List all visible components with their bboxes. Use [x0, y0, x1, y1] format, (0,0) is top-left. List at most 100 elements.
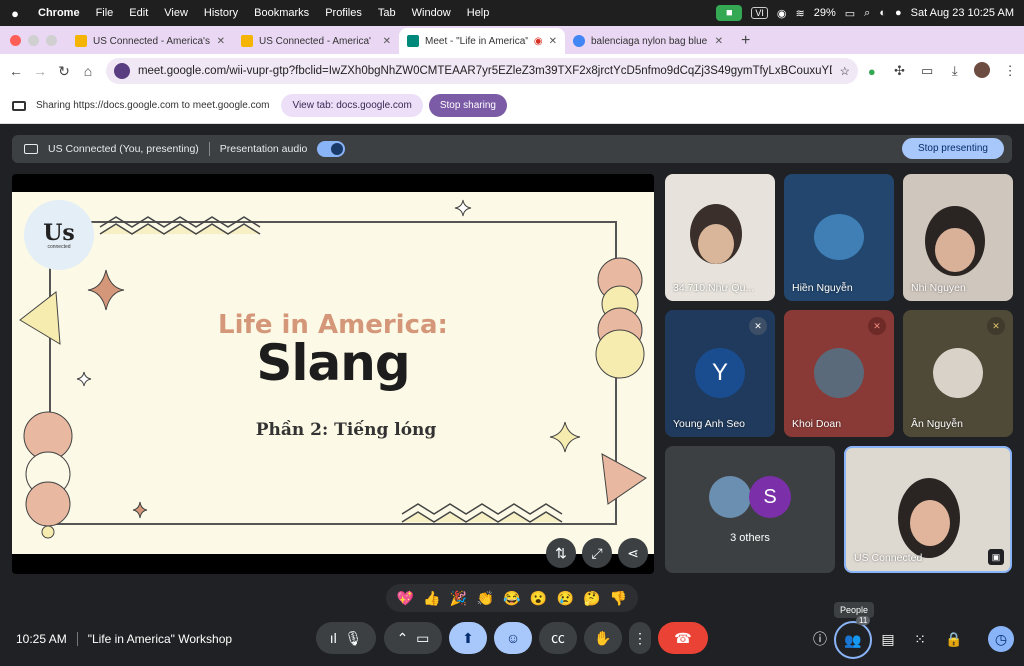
self-view-tile[interactable]: US Connected ▣ [844, 446, 1012, 573]
menu-file[interactable]: File [88, 7, 122, 19]
fullscreen-icon[interactable]: ⤢ [582, 538, 612, 568]
siri-icon[interactable]: ● [895, 7, 902, 19]
emoji-reactions-button[interactable]: ☺ [494, 622, 532, 654]
apple-icon[interactable]: ● [0, 6, 30, 21]
presentation-audio-toggle[interactable] [317, 141, 346, 157]
menu-history[interactable]: History [196, 7, 246, 19]
tab-title: US Connected - America' [259, 35, 371, 47]
timer-icon[interactable]: ◷ [988, 626, 1014, 652]
wifi-icon[interactable]: ≋ [796, 7, 805, 20]
home-icon[interactable]: ⌂ [76, 63, 100, 79]
control-center-icon[interactable]: ◐ [879, 7, 886, 19]
people-tooltip: People [834, 602, 875, 618]
docs-favicon-icon [241, 35, 253, 47]
close-tab-icon[interactable]: ✕ [383, 36, 391, 47]
downloads-icon[interactable]: ⤓ [941, 63, 969, 79]
menu-bookmarks[interactable]: Bookmarks [246, 7, 317, 19]
reaction-thinking[interactable]: 🤔 [583, 590, 600, 607]
chrome-menu-icon[interactable]: ⋮ [996, 63, 1024, 79]
mic-off-icon: ✕ [868, 317, 886, 335]
menu-window[interactable]: Window [404, 7, 459, 19]
menu-tab[interactable]: Tab [370, 7, 404, 19]
back-icon[interactable]: ← [4, 63, 28, 79]
view-tab-button[interactable]: View tab: docs.google.com [281, 94, 423, 117]
profile-avatar[interactable] [969, 61, 997, 81]
menu-edit[interactable]: Edit [121, 7, 156, 19]
reaction-surprised[interactable]: 😮 [530, 590, 547, 607]
address-bar[interactable]: meet.google.com/wii-vupr-gtp?fbclid=IwZX… [105, 58, 858, 84]
sound-icon[interactable]: ◉ [777, 7, 787, 20]
extensions-icon[interactable]: ✣ [886, 63, 914, 79]
browser-tab[interactable]: US Connected - America's Cu ✕ [67, 28, 233, 54]
site-info-icon[interactable] [113, 63, 130, 79]
participant-tile[interactable]: ✕ Khoi Doan [784, 310, 894, 437]
bookmark-star-icon[interactable]: ☆ [840, 64, 850, 78]
people-button[interactable]: 👥 [834, 621, 872, 659]
host-controls-icon[interactable]: 🔒 [942, 628, 966, 650]
meeting-details-icon[interactable]: ⓘ [808, 628, 832, 650]
battery-percent[interactable]: 29% [814, 7, 836, 19]
reaction-party[interactable]: 🎉 [450, 590, 467, 607]
tab-title: US Connected - America's Cu [93, 35, 211, 47]
raise-hand-button[interactable]: ✋ [584, 622, 622, 654]
reaction-heart[interactable]: 💖 [397, 590, 414, 607]
divider [208, 142, 210, 156]
google-favicon-icon [573, 35, 585, 47]
chat-icon[interactable]: ▤ [876, 628, 900, 650]
stop-sharing-button[interactable]: Stop sharing [428, 94, 507, 117]
reaction-thumbs-down[interactable]: 👎 [610, 590, 627, 607]
menubar-clock[interactable]: Sat Aug 23 10:25 AM [911, 7, 1014, 19]
more-options-button[interactable]: ⋮ [629, 622, 651, 654]
minimize-window-button[interactable] [28, 34, 39, 46]
meeting-name: "Life in America" Workshop [87, 632, 233, 646]
reaction-thumbs-up[interactable]: 👍 [423, 590, 440, 607]
swap-layout-icon[interactable]: ⇅ [546, 538, 576, 568]
participant-tile[interactable]: Nhi Nguyen [903, 174, 1013, 301]
reaction-laugh[interactable]: 😂 [503, 590, 520, 607]
participant-initial-avatar: Y [695, 348, 745, 398]
pip-icon[interactable]: ▣ [988, 549, 1004, 565]
participant-tile[interactable]: Y ✕ Young Anh Seo [665, 310, 775, 437]
input-source-indicator[interactable]: VI [751, 7, 768, 19]
others-tile[interactable]: S 3 others [665, 446, 835, 573]
forward-icon[interactable]: → [28, 63, 52, 79]
participant-tile[interactable]: Hiền Nguyễn [784, 174, 894, 301]
spotlight-icon[interactable]: ⌕ [864, 7, 870, 20]
close-window-button[interactable] [10, 34, 21, 46]
tab-search-icon[interactable]: ▭ [913, 63, 941, 79]
camera-button[interactable]: ⌃ ▭ [384, 622, 442, 654]
camera-in-use-icon[interactable]: ■ [716, 5, 743, 21]
reload-icon[interactable]: ↻ [52, 63, 76, 80]
participant-name: Nhi Nguyen [911, 282, 966, 294]
reaction-sad[interactable]: 😢 [557, 590, 574, 607]
grammarly-extension-icon[interactable]: ● [858, 64, 886, 79]
present-button[interactable]: ⬆ [449, 622, 487, 654]
menu-profiles[interactable]: Profiles [317, 7, 370, 19]
activities-icon[interactable]: ⁙ [908, 628, 932, 650]
url-text[interactable]: meet.google.com/wii-vupr-gtp?fbclid=IwZX… [138, 65, 832, 77]
new-tab-button[interactable]: + [731, 28, 760, 54]
participant-count-badge: 11 [856, 616, 871, 625]
close-tab-icon[interactable]: ✕ [549, 36, 557, 47]
browser-tab-active[interactable]: Meet - "Life in America" W ◉ ✕ [399, 28, 565, 54]
sharing-infobar: Sharing https://docs.google.com to meet.… [0, 88, 1024, 124]
participant-tile[interactable]: 34.710.Như Qu... [665, 174, 775, 301]
battery-icon[interactable]: ▭ [845, 7, 855, 20]
participant-tile[interactable]: ✕ Ân Nguyễn [903, 310, 1013, 437]
share-icon[interactable]: ⋖ [618, 538, 648, 568]
leave-call-button[interactable]: ☎ [658, 622, 708, 654]
close-tab-icon[interactable]: ✕ [715, 36, 723, 47]
menu-help[interactable]: Help [459, 7, 498, 19]
slide-heading: Slang [256, 334, 410, 392]
menu-view[interactable]: View [156, 7, 196, 19]
stop-presenting-button[interactable]: Stop presenting [901, 138, 1004, 159]
other-participant-avatar: S [749, 476, 791, 518]
close-tab-icon[interactable]: ✕ [217, 36, 225, 47]
browser-tab[interactable]: balenciaga nylon bag blue - G ✕ [565, 28, 731, 54]
browser-tab[interactable]: US Connected - America' ✕ [233, 28, 399, 54]
reaction-clap[interactable]: 👏 [477, 590, 494, 607]
captions-button[interactable]: ㏄ [539, 622, 577, 654]
zoom-window-button[interactable] [46, 34, 57, 46]
microphone-button[interactable]: ıl 🎙 [316, 622, 376, 654]
menu-app[interactable]: Chrome [30, 7, 88, 19]
